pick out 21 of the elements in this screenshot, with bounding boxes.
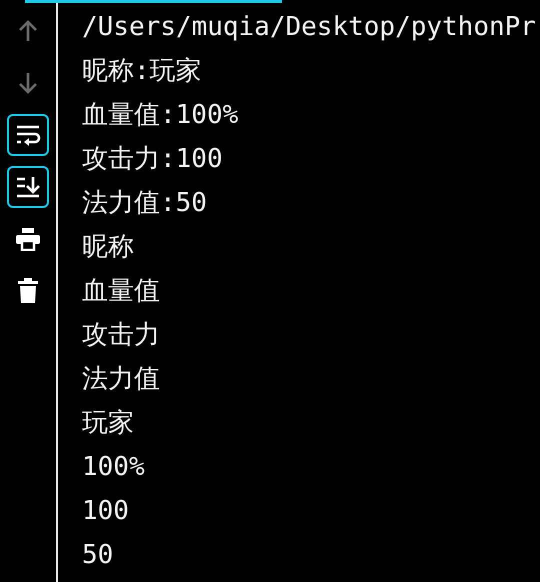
console-line: 玩家 bbox=[82, 407, 134, 440]
console-line: 100% bbox=[82, 451, 145, 484]
console-line: 攻击力:100 bbox=[82, 143, 223, 176]
console-line: 血量值 bbox=[82, 275, 160, 308]
scroll-to-end-icon bbox=[15, 175, 41, 199]
console-line: /Users/muqia/Desktop/pythonPr bbox=[82, 11, 536, 44]
console-line: 100 bbox=[82, 495, 129, 528]
up-arrow-icon bbox=[17, 19, 39, 43]
console-line: 法力值:50 bbox=[82, 187, 207, 220]
console-line: 法力值 bbox=[82, 363, 160, 396]
console-line: 血量值:100% bbox=[82, 99, 238, 132]
trash-icon bbox=[17, 278, 39, 304]
console-line: 攻击力 bbox=[82, 319, 160, 352]
console-line: 50 bbox=[82, 539, 114, 572]
console-line: 昵称 bbox=[82, 231, 134, 264]
scroll-to-end-button[interactable] bbox=[7, 166, 49, 208]
soft-wrap-icon bbox=[15, 123, 41, 147]
print-icon bbox=[15, 227, 41, 251]
soft-wrap-button[interactable] bbox=[7, 114, 49, 156]
down-arrow-icon bbox=[17, 71, 39, 95]
console-line: 昵称:玩家 bbox=[82, 55, 202, 88]
